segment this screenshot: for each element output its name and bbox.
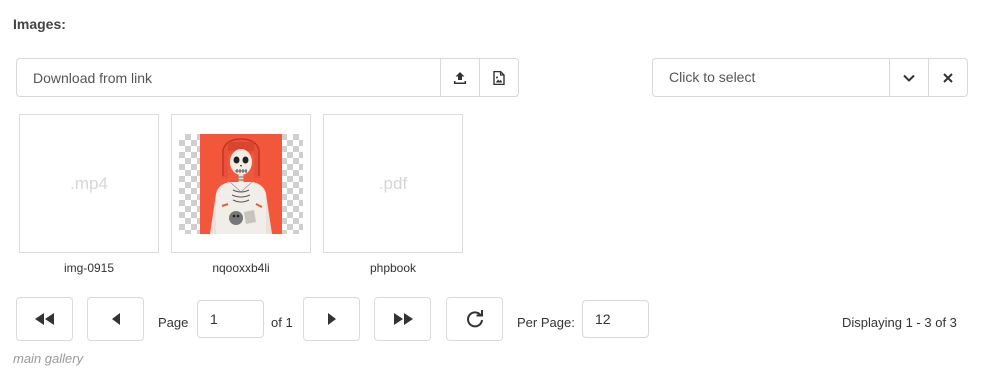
close-icon — [943, 72, 953, 83]
gallery-item[interactable]: .mp4 img-0915 — [19, 114, 159, 275]
link-input-group — [16, 58, 519, 97]
refresh-icon — [466, 310, 483, 328]
gallery-select[interactable]: Click to select — [652, 58, 968, 97]
refresh-button[interactable] — [446, 297, 503, 341]
browse-file-button[interactable] — [479, 59, 518, 96]
transparency-background — [179, 133, 303, 234]
skeleton-girl-image — [200, 133, 282, 234]
select-dropdown-button[interactable] — [889, 59, 928, 96]
gallery-name: main gallery — [13, 351, 84, 366]
upload-icon — [454, 71, 466, 84]
file-name: phpbook — [369, 261, 417, 275]
per-page-input[interactable] — [582, 300, 649, 338]
gallery-item[interactable]: nqooxxb4li — [171, 114, 311, 275]
first-page-button[interactable] — [16, 297, 73, 341]
chevron-down-icon — [903, 74, 915, 82]
file-name: nqooxxb4li — [212, 261, 270, 275]
file-name: img-0915 — [63, 261, 115, 275]
caret-left-icon — [111, 313, 120, 325]
file-image-icon — [493, 70, 505, 85]
page-count-label: of 1 — [271, 315, 293, 330]
double-right-icon — [393, 313, 413, 325]
gallery-item[interactable]: .pdf phpbook — [323, 114, 463, 275]
next-page-button[interactable] — [303, 297, 360, 341]
section-label: Images: — [13, 16, 66, 32]
prev-page-button[interactable] — [87, 297, 144, 341]
link-input[interactable] — [17, 59, 440, 96]
file-thumbnail[interactable]: .mp4 — [19, 114, 159, 253]
select-placeholder[interactable]: Click to select — [653, 59, 889, 96]
display-count: Displaying 1 - 3 of 3 — [842, 315, 957, 330]
last-page-button[interactable] — [374, 297, 431, 341]
select-clear-button[interactable] — [928, 59, 967, 96]
image-thumbnail[interactable] — [171, 114, 311, 253]
page-label: Page — [158, 315, 189, 330]
file-extension-label: .mp4 — [70, 173, 108, 193]
page-input[interactable] — [197, 300, 264, 338]
upload-button[interactable] — [440, 59, 479, 96]
double-left-icon — [34, 313, 54, 325]
caret-right-icon — [327, 313, 336, 325]
file-thumbnail[interactable]: .pdf — [323, 114, 463, 253]
per-page-label: Per Page: — [517, 315, 575, 330]
file-extension-label: .pdf — [378, 173, 408, 193]
